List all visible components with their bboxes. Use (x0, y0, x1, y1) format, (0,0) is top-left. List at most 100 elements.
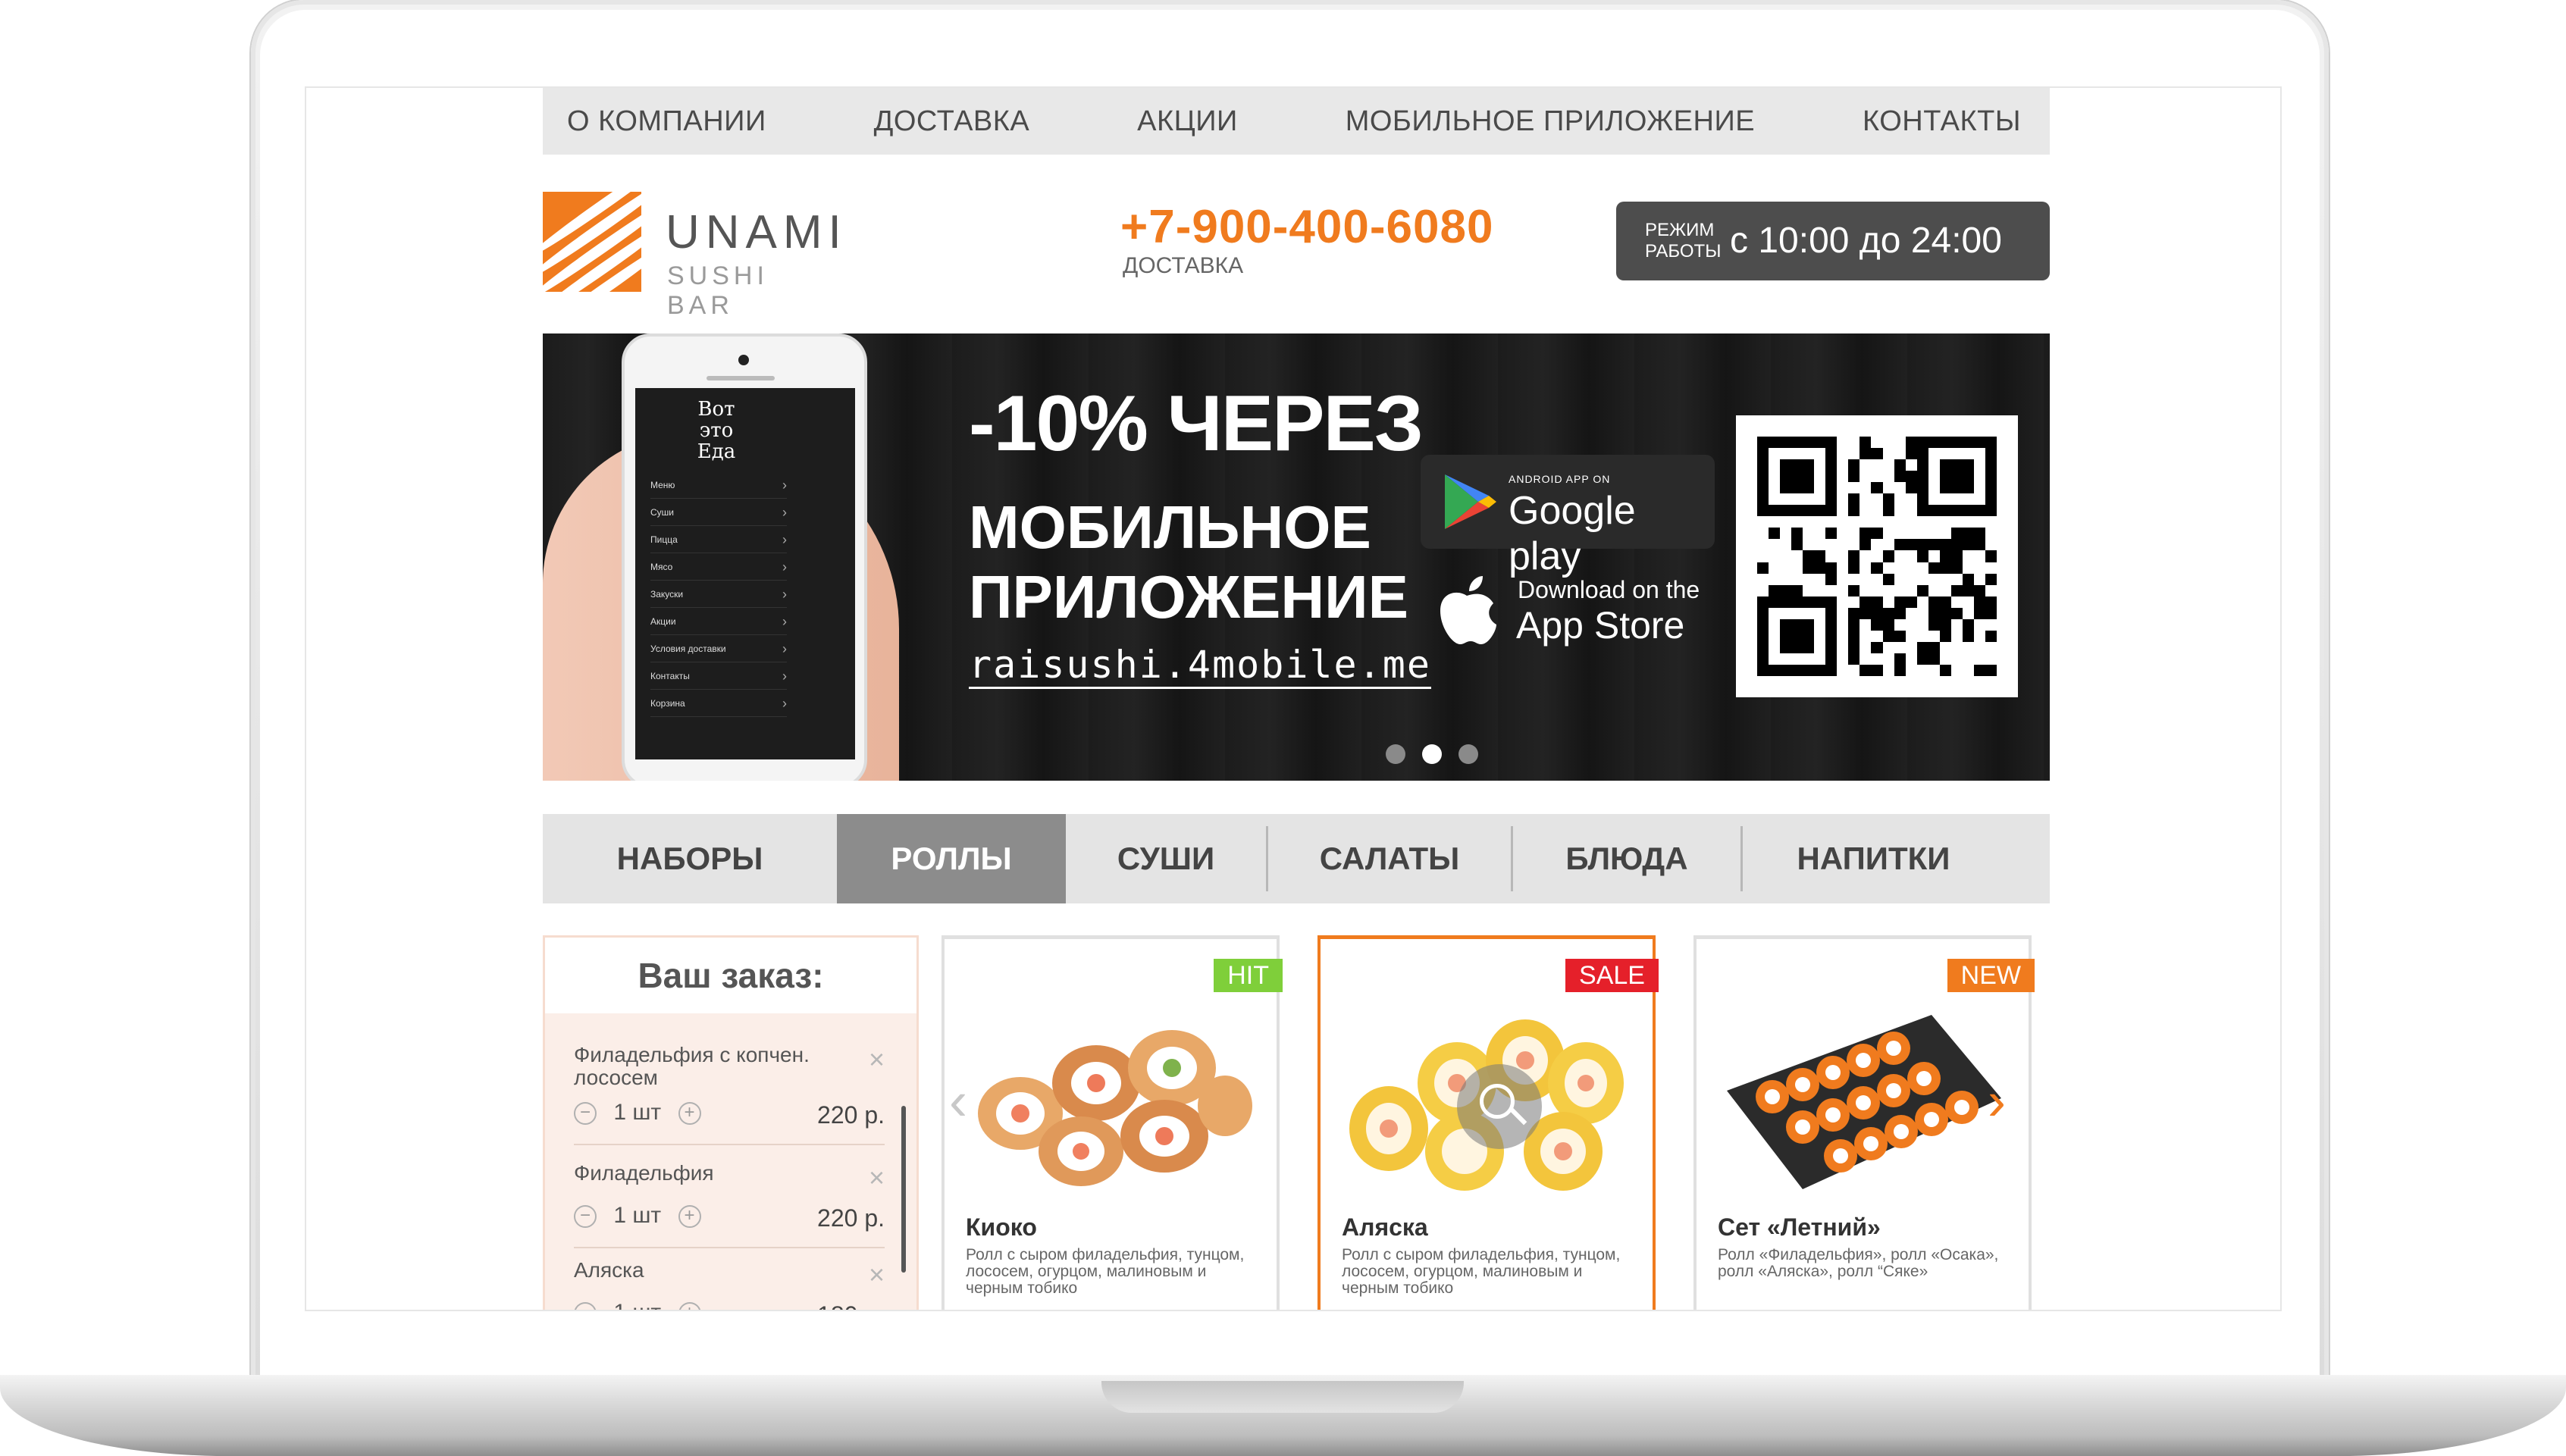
tab-drinks[interactable]: НАПИТКИ (1743, 814, 2004, 903)
hours-label: РЕЖИМ РАБОТЫ (1645, 220, 1722, 261)
order-item: Аляска × − 1 шт + 180 р. (574, 1258, 885, 1310)
category-tabs: НАБОРЫ РОЛЛЫ СУШИ САЛАТЫ БЛЮДА НАПИТКИ (543, 814, 2050, 903)
logo-mark-icon (543, 192, 641, 292)
product-description: Ролл с сыром филадельфия, тунцом, лососе… (1342, 1246, 1621, 1297)
tab-dishes[interactable]: БЛЮДА (1513, 814, 1740, 903)
app-menu: Меню Суши Пицца Мясо Закуски Акции Услов… (650, 471, 787, 717)
nav-about[interactable]: О КОМПАНИИ (567, 105, 766, 138)
phone-caption: ДОСТАВКА (1123, 253, 1244, 278)
app-menu-item: Меню (650, 471, 787, 499)
slider-dots (1386, 744, 1478, 764)
working-hours: РЕЖИМ РАБОТЫ с 10:00 до 24:00 (1616, 202, 2050, 280)
order-item-qty: 1 шт (613, 1203, 662, 1228)
order-item-name: Аляска (574, 1258, 644, 1282)
top-nav: О КОМПАНИИ ДОСТАВКА АКЦИИ МОБИЛЬНОЕ ПРИЛ… (543, 88, 2050, 155)
remove-icon[interactable]: × (869, 1259, 885, 1291)
app-menu-item: Контакты (650, 662, 787, 690)
google-play-small-text: ANDROID APP ON (1509, 473, 1611, 485)
remove-icon[interactable]: × (869, 1162, 885, 1194)
banner-headline: -10% ЧЕРЕЗ (969, 380, 1424, 468)
plus-icon[interactable]: + (678, 1102, 701, 1126)
banner-url[interactable]: raisushi.4mobile.me (969, 643, 1431, 689)
app-menu-item: Пицца (650, 526, 787, 553)
minus-icon[interactable]: − (574, 1205, 597, 1229)
hours-value: с 10:00 до 24:00 (1730, 221, 2002, 261)
nav-contacts[interactable]: КОНТАКТЫ (1863, 105, 2021, 138)
order-item-price: 220 р. (817, 1204, 885, 1232)
app-menu-item: Акции (650, 608, 787, 635)
phone-mockup: Вот это Еда Меню Суши Пицца Мясо Закуски… (622, 333, 867, 781)
app-menu-item: Мясо (650, 553, 787, 581)
order-title: Ваш заказ: (545, 938, 916, 1013)
product-description: Ролл «Филадельфия», ролл «Осака», ролл «… (1718, 1246, 1999, 1280)
google-play-button[interactable]: ANDROID APP ON Google play (1421, 455, 1715, 578)
product-description: Ролл с сыром филадельфия, тунцом, лососе… (966, 1246, 1245, 1297)
phone-screen: Вот это Еда Меню Суши Пицца Мясо Закуски… (635, 388, 855, 759)
qr-code (1736, 415, 2018, 697)
app-menu-item: Корзина (650, 690, 787, 717)
tab-sets[interactable]: НАБОРЫ (543, 814, 837, 903)
minus-icon[interactable]: − (574, 1302, 597, 1310)
slider-dot[interactable] (1386, 744, 1405, 764)
order-item-price: 220 р. (817, 1101, 885, 1129)
camera-icon (738, 355, 749, 365)
logo-subtitle: SUSHI BAR (667, 261, 769, 320)
quantity-stepper: − 1 шт + (574, 1100, 701, 1126)
nav-delivery[interactable]: ДОСТАВКА (874, 105, 1030, 138)
tab-rolls[interactable]: РОЛЛЫ (837, 814, 1066, 903)
banner-subheadline: МОБИЛЬНОЕ ПРИЛОЖЕНИЕ (969, 493, 1408, 631)
magnifier-icon (1480, 1084, 1515, 1119)
badge-new: NEW (1947, 959, 2035, 992)
app-store-text: App Store (1516, 604, 1685, 647)
quantity-stepper: − 1 шт + (574, 1300, 701, 1310)
product-image (978, 1030, 1252, 1186)
quantity-stepper: − 1 шт + (574, 1203, 701, 1229)
plus-icon[interactable]: + (678, 1302, 701, 1310)
promo-banner[interactable]: Вот это Еда Меню Суши Пицца Мясо Закуски… (543, 333, 2050, 781)
app-menu-item: Суши (650, 499, 787, 526)
plus-icon[interactable]: + (678, 1205, 701, 1229)
chevron-left-icon[interactable]: ‹ (949, 1070, 967, 1132)
tab-salads[interactable]: САЛАТЫ (1268, 814, 1511, 903)
product-name: Аляска (1342, 1213, 1428, 1241)
qr-code-matrix (1757, 437, 1997, 676)
speaker-grille (707, 376, 775, 380)
order-item-price: 180 р. (817, 1301, 885, 1310)
order-item-name: Филадельфия с копчен. лососем (574, 1043, 810, 1089)
app-store-button[interactable]: Download on the App Store (1421, 561, 1715, 655)
laptop-notch (1101, 1381, 1464, 1413)
nav-promotions[interactable]: АКЦИИ (1137, 105, 1238, 138)
phone-number[interactable]: +7-900-400-6080 (1120, 200, 1493, 254)
minus-icon[interactable]: − (574, 1102, 597, 1126)
order-item-qty: 1 шт (613, 1100, 662, 1125)
order-item: Филадельфия с копчен. лососем × − 1 шт +… (574, 1044, 885, 1145)
chevron-right-icon[interactable]: › (1988, 1070, 2006, 1132)
badge-sale: SALE (1565, 959, 1659, 992)
magnifier-handle (1509, 1107, 1527, 1126)
order-scrollbar[interactable] (901, 1106, 906, 1273)
order-item-name: Филадельфия (574, 1161, 714, 1185)
order-panel: Ваш заказ: Филадельфия с копчен. лососем… (543, 935, 919, 1310)
laptop-screen: О КОМПАНИИ ДОСТАВКА АКЦИИ МОБИЛЬНОЕ ПРИЛ… (305, 86, 2282, 1311)
order-item-qty: 1 шт (613, 1300, 661, 1310)
apple-icon (1440, 576, 1496, 644)
zoom-button[interactable] (1457, 1064, 1542, 1149)
site-logo[interactable]: UNAMI SUSHI BAR (543, 192, 841, 320)
app-logo: Вот это Еда (697, 398, 736, 463)
nav-mobile-app[interactable]: МОБИЛЬНОЕ ПРИЛОЖЕНИЕ (1346, 105, 1755, 138)
badge-hit: HIT (1214, 959, 1283, 992)
product-image (1727, 1015, 2001, 1189)
product-card[interactable]: NEW Сет «Летний» Ролл «Филадельфия», рол… (1693, 935, 2035, 1310)
product-card[interactable]: HIT Киоко Ролл с сыром филадельфия, тунц… (941, 935, 1283, 1310)
remove-icon[interactable]: × (869, 1044, 885, 1076)
slider-dot-active[interactable] (1422, 744, 1442, 764)
tab-sushi[interactable]: СУШИ (1066, 814, 1266, 903)
app-store-small-text: Download on the (1518, 576, 1700, 603)
slider-dot[interactable] (1458, 744, 1478, 764)
order-item: Филадельфия × − 1 шт + 220 р. (574, 1162, 885, 1248)
google-play-icon (1445, 474, 1496, 529)
app-menu-item: Условия доставки (650, 635, 787, 662)
logo-title: UNAMI (666, 206, 848, 258)
product-name: Киоко (966, 1213, 1037, 1241)
product-name: Сет «Летний» (1718, 1213, 1881, 1241)
